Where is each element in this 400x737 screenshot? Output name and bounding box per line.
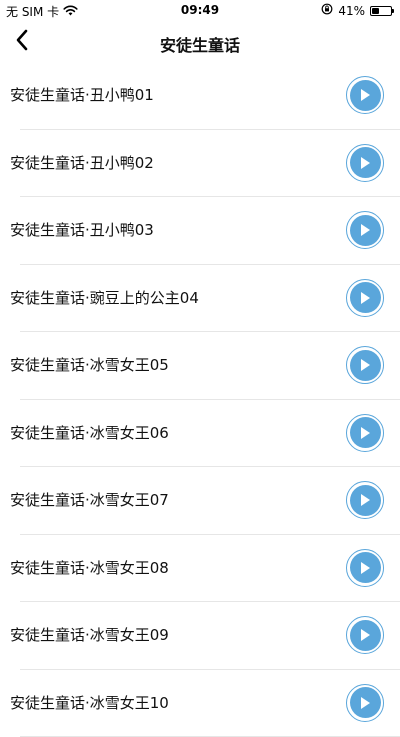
- battery-icon: [370, 6, 392, 16]
- list-item[interactable]: 安徒生童话·冰雪女王07: [0, 467, 400, 535]
- story-list: 安徒生童话·丑小鸭01 安徒生童话·丑小鸭02 安徒生童话·丑小鸭03 安徒生童话·豌…: [0, 62, 400, 737]
- status-right: 41%: [321, 3, 392, 18]
- play-button[interactable]: [346, 616, 384, 654]
- play-button[interactable]: [346, 279, 384, 317]
- list-item-title: 安徒生童话·冰雪女王09: [10, 624, 169, 645]
- play-button[interactable]: [346, 144, 384, 182]
- list-item[interactable]: 安徒生童话·丑小鸭03: [0, 197, 400, 265]
- play-button[interactable]: [346, 414, 384, 452]
- play-icon: [350, 282, 381, 313]
- list-item[interactable]: 安徒生童话·冰雪女王09: [0, 602, 400, 670]
- play-button[interactable]: [346, 76, 384, 114]
- play-button[interactable]: [346, 684, 384, 722]
- battery-level: [372, 8, 379, 14]
- list-item-title: 安徒生童话·冰雪女王05: [10, 354, 169, 375]
- play-icon: [350, 687, 381, 718]
- play-icon: [350, 485, 381, 516]
- play-icon: [350, 620, 381, 651]
- list-item[interactable]: 安徒生童话·丑小鸭02: [0, 130, 400, 198]
- list-item[interactable]: 安徒生童话·冰雪女王05: [0, 332, 400, 400]
- page-title: 安徒生童话: [0, 32, 400, 56]
- nav-bar: 安徒生童话: [0, 22, 400, 62]
- list-item[interactable]: 安徒生童话·丑小鸭01: [0, 62, 400, 130]
- play-button[interactable]: [346, 211, 384, 249]
- play-icon: [350, 80, 381, 111]
- list-item[interactable]: 安徒生童话·冰雪女王10: [0, 670, 400, 737]
- list-item-title: 安徒生童话·丑小鸭01: [10, 84, 154, 105]
- list-item-title: 安徒生童话·豌豆上的公主04: [10, 287, 199, 308]
- play-icon: [350, 552, 381, 583]
- play-icon: [350, 215, 381, 246]
- list-item-title: 安徒生童话·丑小鸭03: [10, 219, 154, 240]
- orientation-lock-icon: [321, 3, 333, 18]
- list-item-title: 安徒生童话·冰雪女王08: [10, 557, 169, 578]
- list-item[interactable]: 安徒生童话·冰雪女王08: [0, 535, 400, 603]
- battery-percent: 41%: [338, 4, 365, 18]
- play-icon: [350, 417, 381, 448]
- list-item[interactable]: 安徒生童话·豌豆上的公主04: [0, 265, 400, 333]
- list-item-title: 安徒生童话·冰雪女王10: [10, 692, 169, 713]
- list-item-title: 安徒生童话·丑小鸭02: [10, 152, 154, 173]
- list-item[interactable]: 安徒生童话·冰雪女王06: [0, 400, 400, 468]
- list-item-title: 安徒生童话·冰雪女王06: [10, 422, 169, 443]
- play-icon: [350, 147, 381, 178]
- play-button[interactable]: [346, 346, 384, 384]
- play-button[interactable]: [346, 481, 384, 519]
- play-icon: [350, 350, 381, 381]
- status-bar: 无 SIM 卡 09:49 41%: [0, 0, 400, 22]
- play-button[interactable]: [346, 549, 384, 587]
- list-item-title: 安徒生童话·冰雪女王07: [10, 489, 169, 510]
